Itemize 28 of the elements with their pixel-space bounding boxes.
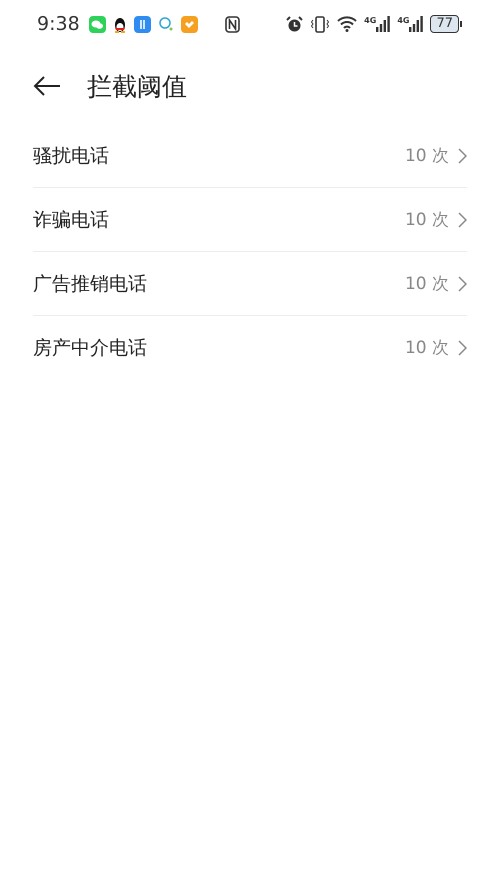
row-value: 10 次 — [404, 337, 449, 359]
chevron-icon — [458, 276, 467, 292]
chevron-icon — [458, 340, 467, 356]
row-label: 广告推销电话 — [33, 272, 148, 296]
network-type: 4G — [397, 16, 410, 25]
row-value: 10 次 — [404, 209, 449, 231]
chevron-icon — [458, 212, 467, 228]
page-title: 拦截阈值 — [87, 70, 187, 102]
nfc-icon — [224, 16, 240, 32]
status-time: 9:38 — [37, 13, 80, 35]
penguin-icon — [112, 16, 127, 32]
battery-level: 77 — [430, 15, 459, 33]
chat-app-icon — [88, 16, 106, 32]
vibrate-icon — [310, 16, 330, 32]
app-icon — [134, 16, 151, 32]
wifi-icon — [337, 16, 358, 32]
chevron-icon — [458, 148, 467, 164]
signal-icon — [409, 16, 424, 32]
alarm-icon — [286, 16, 304, 32]
chat-bubble-icon — [158, 16, 174, 32]
row-value: 10 次 — [404, 273, 449, 295]
signal-icon — [376, 16, 390, 32]
back-icon[interactable] — [33, 75, 61, 97]
row-label: 骚扰电话 — [33, 144, 110, 168]
row-label: 房产中介电话 — [33, 336, 148, 360]
row-label: 诈骗电话 — [33, 208, 110, 232]
network-type: 4G — [364, 16, 376, 25]
row-value: 10 次 — [404, 145, 449, 167]
